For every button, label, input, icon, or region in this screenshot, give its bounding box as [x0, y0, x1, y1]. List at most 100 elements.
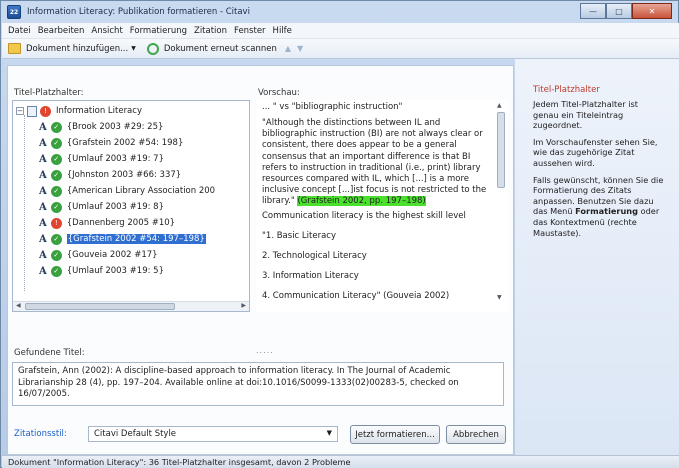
tree-item[interactable]: A ✓ {American Library Association 200 [39, 183, 215, 199]
menu-hilfe[interactable]: Hilfe [273, 26, 292, 36]
placeholder-a-icon: A [39, 169, 47, 181]
tree-item-label: {Gouveia 2002 #17} [66, 250, 158, 260]
help-title: Titel-Platzhalter [533, 85, 600, 95]
tree-item[interactable]: A ✓ {Umlauf 2003 #19: 5} [39, 263, 164, 279]
tree-item-label: {Dannenberg 2005 #10} [66, 218, 176, 228]
help-paragraph: Im Vorschaufenster sehen Sie, wie das zu… [533, 136, 658, 168]
collapse-icon[interactable]: − [16, 107, 24, 115]
tree-item[interactable]: A ✓ {Brook 2003 #29: 25} [39, 119, 163, 135]
tree-item-label: {Brook 2003 #29: 25} [66, 122, 164, 132]
refresh-icon [146, 42, 159, 55]
maximize-button[interactable]: □ [606, 3, 632, 19]
menu-fenster[interactable]: Fenster [234, 26, 266, 36]
placeholder-a-icon: A [39, 233, 47, 245]
preview-pane[interactable]: ... " vs "bibliographic instruction" "Al… [256, 100, 508, 312]
scroll-left-icon[interactable]: ◀ [16, 302, 21, 309]
found-title-label: Gefundene Titel: [14, 348, 85, 358]
arrow-up-icon[interactable]: ▲ [285, 44, 291, 53]
scrollbar-thumb[interactable] [497, 112, 505, 188]
tree-item[interactable]: A ✓ {Umlauf 2003 #19: 8} [39, 199, 164, 215]
check-icon: ✓ [50, 137, 62, 149]
help-paragraph: Jedem Titel-Platzhalter ist genau ein Ti… [533, 99, 638, 131]
error-icon: ! [40, 105, 51, 117]
document-icon [27, 105, 37, 117]
scrollbar-thumb[interactable] [25, 303, 175, 310]
menu-ansicht[interactable]: Ansicht [91, 26, 122, 36]
tree-horizontal-scrollbar[interactable]: ◀ ▶ [13, 301, 249, 311]
tree-root-label: Information Literacy [56, 106, 142, 116]
citation-style-select[interactable]: Citavi Default Style ▼ [88, 426, 338, 442]
splitter-handle[interactable]: ..... [256, 346, 274, 355]
preview-vertical-scrollbar[interactable]: ▲ ▼ [496, 102, 506, 302]
menu-zitation[interactable]: Zitation [194, 26, 227, 36]
tree-item-label: {Umlauf 2003 #19: 5} [66, 266, 164, 276]
placeholder-a-icon: A [39, 217, 47, 229]
preview-line: ... " vs "bibliographic instruction" [262, 102, 403, 112]
tree-item[interactable]: A ✓ {Grafstein 2002 #54: 198} [39, 135, 183, 151]
citation-style-value: Citavi Default Style [94, 429, 177, 439]
citation-style-link[interactable]: Zitationsstil: [14, 429, 67, 439]
placeholder-a-icon: A [39, 185, 47, 197]
preview-quote: "Although the distinctions between IL an… [262, 118, 496, 208]
check-icon: ✓ [50, 233, 62, 245]
error-icon: ! [50, 217, 62, 229]
arrow-down-icon[interactable]: ▼ [297, 44, 303, 53]
rescan-document-label: Dokument erneut scannen [163, 43, 277, 54]
scroll-right-icon[interactable]: ▶ [241, 302, 246, 309]
help-paragraph: Falls gewünscht, können Sie die Formatie… [533, 175, 665, 239]
title-bar[interactable]: 22 Information Literacy: Publikation for… [1, 1, 678, 23]
main-window: 22 Information Literacy: Publikation for… [0, 0, 679, 468]
menu-bearbeiten[interactable]: Bearbeiten [38, 26, 85, 36]
tree-item-label: {Grafstein 2002 #54: 197–198} [66, 234, 206, 244]
preview-quote-text: "Although the distinctions between IL an… [262, 118, 487, 207]
tree-item-selected[interactable]: A ✓ {Grafstein 2002 #54: 197–198} [39, 231, 206, 247]
placeholder-a-icon: A [39, 137, 47, 149]
preview-label: Vorschau: [258, 88, 300, 98]
placeholders-label: Titel-Platzhalter: [14, 88, 84, 98]
check-icon: ✓ [50, 153, 62, 165]
placeholder-a-icon: A [39, 249, 47, 261]
placeholder-a-icon: A [39, 201, 47, 213]
check-icon: ✓ [50, 201, 62, 213]
preview-line: 2. Technological Literacy [262, 251, 367, 261]
preview-line: 4. Communication Literacy" (Gouveia 2002… [262, 291, 450, 301]
preview-line: 3. Information Literacy [262, 271, 359, 281]
check-icon: ✓ [50, 249, 62, 261]
tree-item[interactable]: A ✓ {Umlauf 2003 #19: 7} [39, 151, 164, 167]
menu-formatierung[interactable]: Formatierung [130, 26, 187, 36]
check-icon: ✓ [50, 121, 62, 133]
menu-datei[interactable]: Datei [8, 26, 31, 36]
folder-icon [8, 43, 21, 54]
toolbar: Dokument hinzufügen... ▼ Dokument erneut… [2, 39, 679, 59]
tree-root[interactable]: − ! Information Literacy [16, 103, 142, 119]
format-panel: Titel-Platzhalter: Vorschau: − ! Informa… [7, 65, 514, 455]
rescan-document-button[interactable]: Dokument erneut scannen [146, 42, 277, 55]
status-bar: Dokument "Information Literacy": 36 Tite… [2, 455, 679, 468]
add-document-button[interactable]: Dokument hinzufügen... ▼ [8, 43, 139, 54]
tree-item-label: {American Library Association 200 [66, 186, 216, 196]
tree-item-label: {Umlauf 2003 #19: 7} [66, 154, 164, 164]
minimize-button[interactable]: — [580, 3, 606, 19]
format-now-button[interactable]: Jetzt formatieren... [350, 425, 440, 444]
placeholder-a-icon: A [39, 265, 47, 277]
chevron-down-icon[interactable]: ▼ [131, 45, 136, 52]
cancel-button[interactable]: Abbrechen [446, 425, 506, 444]
tree-item-label: {Umlauf 2003 #19: 8} [66, 202, 164, 212]
tree-guide-line [24, 115, 25, 291]
window-controls: — □ ✕ [580, 3, 672, 19]
found-title-box[interactable]: Grafstein, Ann (2002): A discipline-base… [12, 362, 504, 406]
tree-item[interactable]: A ✓ {Johnston 2003 #66: 337} [39, 167, 181, 183]
placeholder-tree[interactable]: − ! Information Literacy A ✓ {Brook 2003… [12, 100, 250, 312]
close-button[interactable]: ✕ [632, 3, 672, 19]
window-title: Information Literacy: Publikation format… [27, 7, 250, 17]
check-icon: ✓ [50, 265, 62, 277]
chevron-down-icon[interactable]: ▼ [327, 429, 332, 437]
placeholder-a-icon: A [39, 153, 47, 165]
scroll-down-icon[interactable]: ▼ [497, 294, 502, 301]
tree-item[interactable]: A ! {Dannenberg 2005 #10} [39, 215, 175, 231]
add-document-label: Dokument hinzufügen... [26, 43, 129, 54]
placeholder-a-icon: A [39, 121, 47, 133]
tree-item[interactable]: A ✓ {Gouveia 2002 #17} [39, 247, 158, 263]
preview-line: Communication literacy is the highest sk… [262, 211, 466, 221]
scroll-up-icon[interactable]: ▲ [497, 102, 502, 109]
